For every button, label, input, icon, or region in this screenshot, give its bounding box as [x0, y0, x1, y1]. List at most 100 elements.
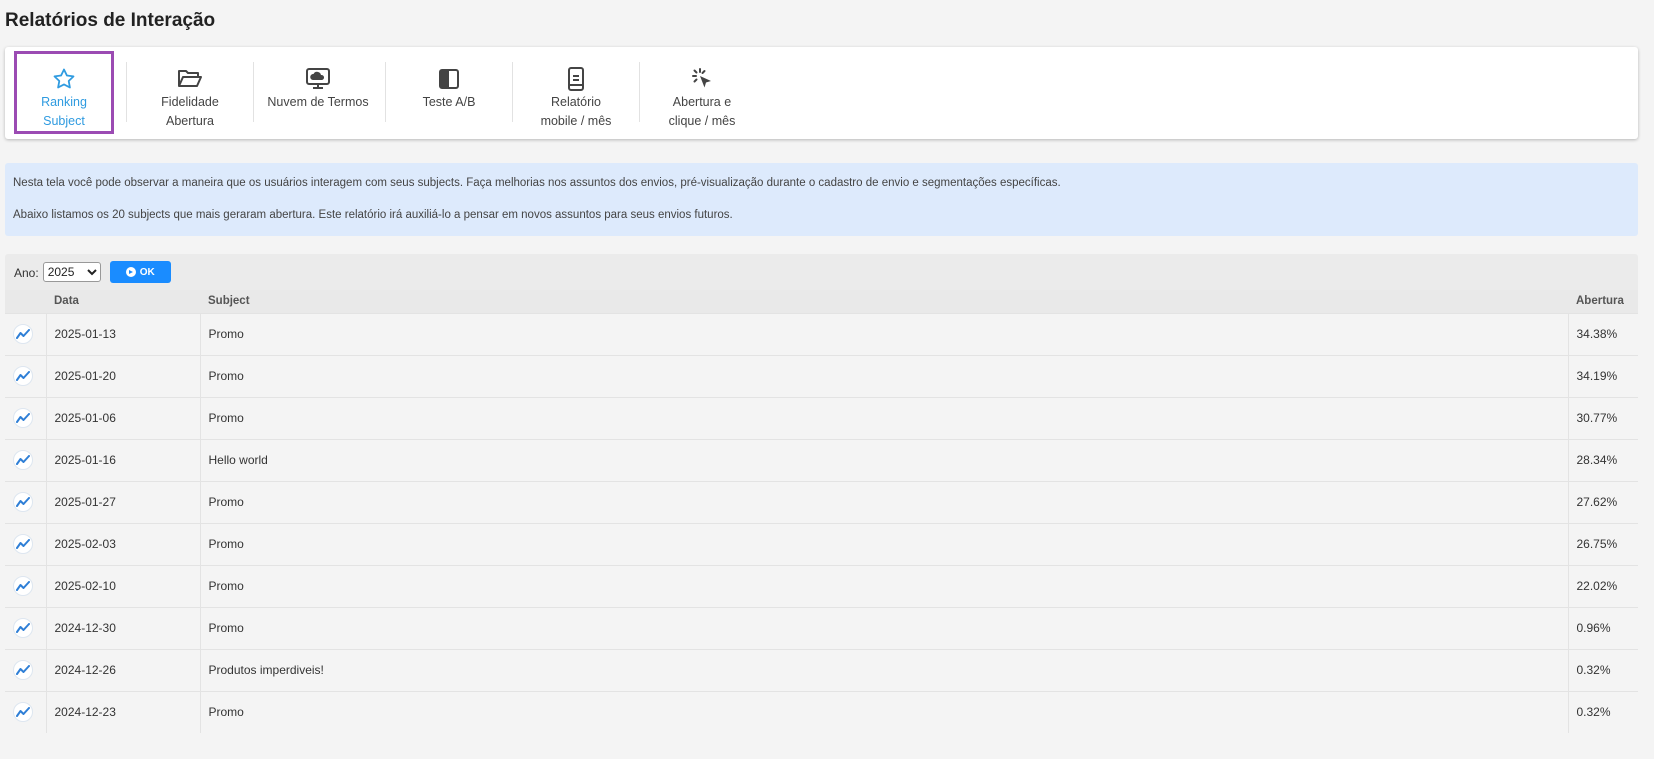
table-row: 2025-01-16 Hello world 28.34% [5, 438, 1638, 481]
tab-fidelidade-abertura[interactable]: Fidelidade Abertura [139, 47, 241, 139]
line-chart-icon[interactable] [13, 324, 33, 344]
tab-label: Teste A/B [422, 95, 476, 109]
date-cell: 2025-01-13 [46, 312, 201, 355]
table-row: 2024-12-26 Produtos imperdiveis! 0.32% [5, 648, 1638, 691]
tab-divider [639, 62, 640, 122]
star-icon [52, 67, 76, 91]
ok-button-label: OK [139, 266, 155, 278]
line-chart-icon[interactable] [13, 492, 33, 512]
icon-column-header [5, 290, 46, 313]
line-chart-icon[interactable] [13, 660, 33, 680]
table-header-row: Data Subject Abertura [5, 290, 1638, 313]
chart-cell [5, 564, 47, 607]
chart-cell [5, 522, 47, 565]
line-chart-icon[interactable] [13, 450, 33, 470]
page-title: Relatórios de Interação [5, 10, 216, 31]
opens-cell: 0.32% [1567, 690, 1638, 733]
table-row: 2025-01-13 Promo 34.38% [5, 312, 1638, 355]
chart-cell [5, 354, 47, 397]
date-cell: 2024-12-26 [46, 648, 201, 691]
date-cell: 2025-01-27 [46, 480, 201, 523]
chart-cell [5, 690, 47, 733]
chart-cell [5, 648, 47, 691]
tab-abertura-clique[interactable]: Abertura e clique / mês [651, 47, 753, 139]
opens-cell: 28.34% [1567, 438, 1638, 481]
opens-cell: 30.77% [1567, 396, 1638, 439]
table-body: 2025-01-13 Promo 34.38% 2025-01-20 Promo 34.1… [5, 312, 1638, 733]
tab-ranking-subject[interactable]: Ranking Subject [14, 51, 114, 134]
subject-cell: Produtos imperdiveis! [200, 648, 1568, 691]
table-row: 2024-12-30 Promo 0.96% [5, 606, 1638, 649]
subject-cell: Hello world [200, 438, 1568, 481]
info-text: Nesta tela você pode observar a maneira … [13, 177, 1061, 189]
subject-column-header: Subject [200, 290, 1568, 313]
tab-divider [385, 62, 386, 122]
opens-cell: 26.75% [1567, 522, 1638, 565]
subject-cell: Promo [200, 564, 1568, 607]
tab-label: Nuvem de Termos [267, 95, 369, 109]
line-chart-icon[interactable] [13, 576, 33, 596]
opens-cell: 27.62% [1567, 480, 1638, 523]
date-cell: 2025-01-20 [46, 354, 201, 397]
chart-cell [5, 312, 47, 355]
subject-cell: Promo [200, 312, 1568, 355]
info-box: Nesta tela você pode observar a maneira … [5, 163, 1638, 236]
tab-nuvem-de-termos[interactable]: Nuvem de Termos [263, 47, 373, 139]
chart-cell [5, 606, 47, 649]
date-cell: 2025-01-06 [46, 396, 201, 439]
info-text: Abaixo listamos os 20 subjects que mais … [13, 209, 733, 221]
table-row: 2025-01-06 Promo 30.77% [5, 396, 1638, 439]
subject-cell: Promo [200, 522, 1568, 565]
year-select[interactable]: 2025 [42, 262, 101, 282]
chart-cell [5, 438, 47, 481]
date-cell: 2024-12-30 [46, 606, 201, 649]
table-row: 2025-02-03 Promo 26.75% [5, 522, 1638, 565]
line-chart-icon[interactable] [13, 702, 33, 723]
cursor-click-icon [690, 67, 714, 91]
chart-cell [5, 480, 47, 523]
date-cell: 2024-12-23 [46, 690, 201, 733]
date-column-header: Data [46, 290, 200, 313]
table-row: 2025-02-10 Promo 22.02% [5, 564, 1638, 607]
tab-relatorio-mobile[interactable]: Relatório mobile / mês [525, 47, 627, 139]
opens-cell: 0.32% [1567, 648, 1638, 691]
ok-button[interactable]: OK [109, 261, 171, 283]
tab-divider [512, 62, 513, 122]
tab-label: Abertura e clique / mês [668, 95, 736, 128]
line-chart-icon[interactable] [13, 534, 33, 554]
tab-teste-ab[interactable]: Teste A/B [398, 47, 500, 139]
line-chart-icon[interactable] [13, 618, 33, 638]
table-row: 2025-01-27 Promo 27.62% [5, 480, 1638, 523]
opens-cell: 34.38% [1567, 312, 1638, 355]
opens-cell: 34.19% [1567, 354, 1638, 397]
report-tabs: Ranking Subject Fidelidade Abertura Nuve… [5, 47, 1638, 139]
line-chart-icon[interactable] [13, 408, 33, 428]
subject-cell: Promo [200, 690, 1568, 733]
table-row: 2024-12-23 Promo 0.32% [5, 690, 1638, 733]
play-circle-icon [125, 267, 136, 277]
subject-cell: Promo [200, 480, 1568, 523]
opens-column-header: Abertura [1568, 290, 1638, 313]
tab-label: Relatório mobile / mês [540, 95, 612, 128]
split-square-icon [438, 67, 460, 91]
mobile-icon [567, 67, 585, 91]
opens-cell: 22.02% [1567, 564, 1638, 607]
filter-bar: Ano: 2025 OK [5, 254, 1638, 290]
tab-divider [253, 62, 254, 122]
subject-ranking-table: Data Subject Abertura 2025-01-13 Promo 34.… [5, 290, 1638, 733]
year-label: Ano: [14, 266, 39, 280]
tab-label: Fidelidade Abertura [161, 95, 219, 128]
tab-label: Ranking Subject [41, 95, 87, 128]
tab-divider [126, 62, 127, 122]
line-chart-icon[interactable] [13, 366, 33, 386]
date-cell: 2025-02-10 [46, 564, 201, 607]
subject-cell: Promo [200, 606, 1568, 649]
folder-open-icon [177, 67, 203, 91]
table-row: 2025-01-20 Promo 34.19% [5, 354, 1638, 397]
opens-cell: 0.96% [1567, 606, 1638, 649]
subject-cell: Promo [200, 396, 1568, 439]
chart-cell [5, 396, 47, 439]
cloud-monitor-icon [305, 67, 331, 91]
date-cell: 2025-01-16 [46, 438, 201, 481]
subject-cell: Promo [200, 354, 1568, 397]
